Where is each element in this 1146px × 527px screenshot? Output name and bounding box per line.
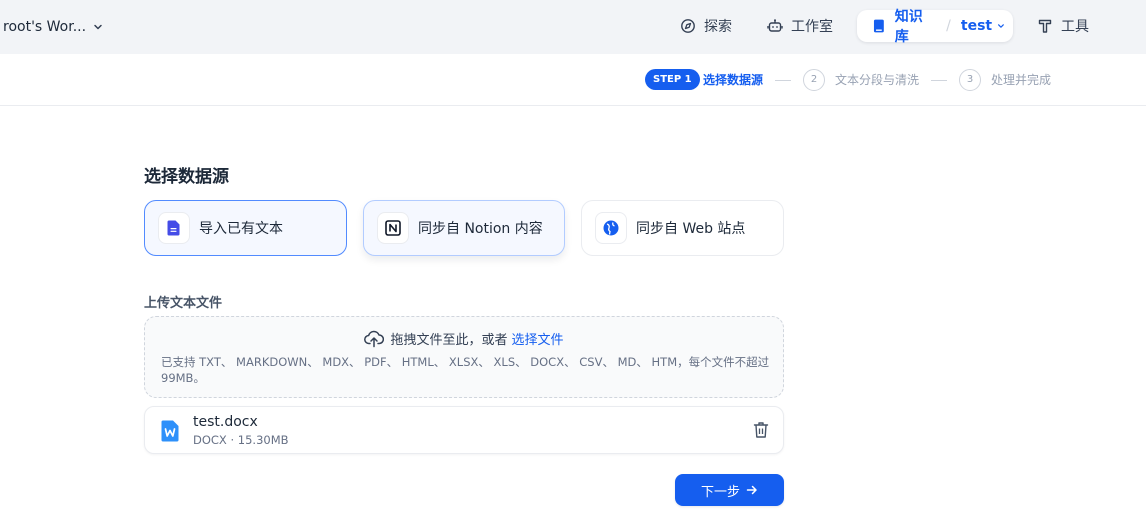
steps-bar: STEP 1 选择数据源 2 文本分段与清洗 3 处理并完成 xyxy=(0,54,1146,106)
uploaded-file-item[interactable]: test.docx DOCX · 15.30MB xyxy=(144,406,784,454)
robot-icon xyxy=(767,19,783,32)
choose-file-link[interactable]: 选择文件 xyxy=(512,329,564,348)
dataset-selector-label[interactable]: test xyxy=(961,18,992,34)
step2-number: 2 xyxy=(803,69,825,91)
dropzone-prompt: 拖拽文件至此，或者 选择文件 xyxy=(145,329,783,348)
globe-icon xyxy=(603,220,619,236)
chevron-down-icon[interactable] xyxy=(997,22,1005,30)
source-web-label: 同步自 Web 站点 xyxy=(636,221,746,237)
cloud-upload-icon xyxy=(364,330,385,347)
arrow-right-icon xyxy=(746,485,757,495)
nav-studio[interactable]: 工作室 xyxy=(759,10,841,42)
word-file-icon xyxy=(161,420,179,442)
source-file-card[interactable]: 导入已有文本 xyxy=(144,200,347,256)
file-dropzone[interactable]: 拖拽文件至此，或者 选择文件 已支持 TXT、 MARKDOWN、 MDX、 P… xyxy=(144,316,784,398)
nav-tools[interactable]: 工具 xyxy=(1029,10,1097,42)
source-notion-card[interactable]: 同步自 Notion 内容 xyxy=(363,200,565,256)
nav-explore-label: 探索 xyxy=(704,19,732,35)
nav-knowledge[interactable]: 知识库 / test xyxy=(857,9,1013,45)
file-meta: DOCX · 15.30MB xyxy=(193,433,289,447)
trash-icon[interactable] xyxy=(753,421,769,439)
source-notion-label: 同步自 Notion 内容 xyxy=(418,221,543,237)
step3-label: 处理并完成 xyxy=(991,73,1052,87)
step3-number: 3 xyxy=(959,69,981,91)
nav-separator: / xyxy=(946,18,951,34)
hammer-icon xyxy=(1038,19,1052,33)
nav-tools-label: 工具 xyxy=(1061,19,1089,35)
top-header: root's Wor... 探索 工作室 知识库 / test 工具 xyxy=(0,0,1146,54)
step-divider xyxy=(775,80,791,81)
source-icon-wrap xyxy=(595,212,627,244)
nav-studio-label: 工作室 xyxy=(791,19,833,35)
source-icon-wrap xyxy=(158,212,190,244)
next-step-label: 下一步 xyxy=(700,484,740,500)
source-file-label: 导入已有文本 xyxy=(199,221,283,237)
nav-knowledge-label: 知识库 xyxy=(894,9,923,45)
step-divider xyxy=(931,80,947,81)
workspace-name: root's Wor... xyxy=(3,19,87,35)
source-web-card[interactable]: 同步自 Web 站点 xyxy=(581,200,784,256)
document-icon xyxy=(167,220,180,236)
workspace-selector[interactable]: root's Wor... xyxy=(3,17,103,37)
upload-section-title: 上传文本文件 xyxy=(144,296,223,311)
book-icon xyxy=(873,19,884,33)
notion-icon xyxy=(385,220,401,236)
chevron-down-icon xyxy=(94,24,102,30)
step1-badge: STEP 1 xyxy=(645,69,700,90)
compass-icon xyxy=(681,19,695,33)
next-step-button[interactable]: 下一步 xyxy=(675,474,784,506)
step2-label: 文本分段与清洗 xyxy=(835,73,920,87)
step1-label: 选择数据源 xyxy=(703,73,764,87)
dropzone-text: 拖拽文件至此，或者 xyxy=(390,333,508,348)
page-title: 选择数据源 xyxy=(144,167,229,187)
file-name: test.docx xyxy=(193,414,258,430)
source-icon-wrap xyxy=(377,212,409,244)
nav-explore[interactable]: 探索 xyxy=(672,10,740,42)
supported-formats-hint: 已支持 TXT、 MARKDOWN、 MDX、 PDF、 HTML、 XLSX、… xyxy=(161,355,770,385)
